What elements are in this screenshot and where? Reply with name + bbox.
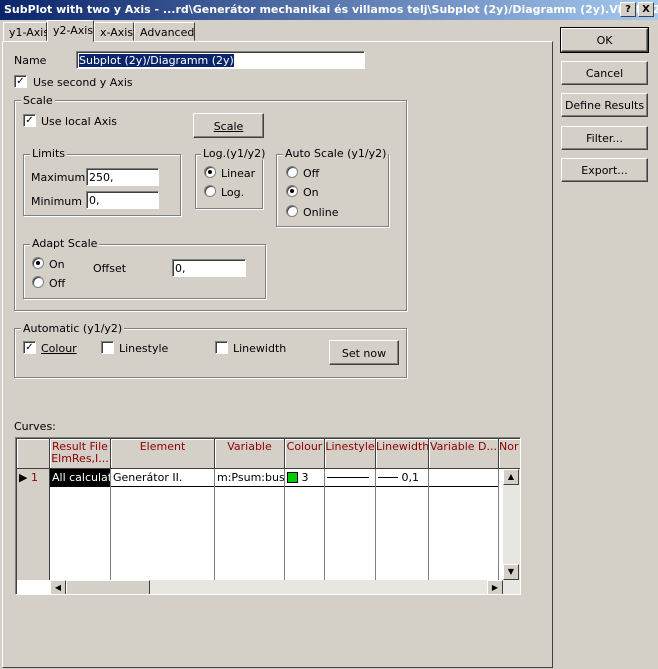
use-second-y-axis-checkbox[interactable]: ✓	[14, 75, 27, 88]
export-button[interactable]: Export...	[561, 158, 648, 182]
define-results-button[interactable]: Define Results	[561, 93, 648, 117]
header-nor[interactable]: Nor	[499, 439, 520, 469]
scale-group-title: Scale	[21, 94, 55, 107]
minimum-label: Minimum	[31, 195, 82, 208]
use-local-axis-checkbox[interactable]: ✓	[23, 114, 36, 127]
auto-scale-title: Auto Scale (y1/y2)	[283, 147, 389, 160]
auto-scale-off-label: Off	[303, 167, 320, 180]
log-linear-radio[interactable]	[204, 166, 216, 178]
cell-linestyle[interactable]	[325, 469, 375, 487]
colour-value: 3	[301, 471, 309, 484]
auto-scale-online-radio[interactable]	[286, 205, 298, 217]
linewidth-checkbox[interactable]	[215, 341, 228, 354]
header-linestyle[interactable]: Linestyle	[325, 439, 376, 469]
use-local-axis-label: Use local Axis	[41, 115, 117, 128]
log-group	[195, 154, 263, 209]
row-index: 1	[30, 471, 38, 484]
scale-button-label: Scale	[213, 120, 244, 133]
scroll-left-button[interactable]: ◀	[50, 580, 66, 594]
auto-scale-off-radio[interactable]	[286, 166, 298, 178]
row-indicator[interactable]: ▶ 1	[19, 471, 38, 484]
row-header-column	[17, 469, 50, 580]
name-label: Name	[14, 54, 47, 67]
adapt-scale-on-radio[interactable]	[32, 257, 44, 269]
filter-button[interactable]: Filter...	[561, 126, 648, 150]
ok-button[interactable]: OK	[560, 27, 649, 53]
use-second-y-axis-label: Use second y Axis	[33, 76, 133, 89]
adapt-scale-title: Adapt Scale	[30, 237, 100, 250]
scroll-down-button[interactable]: ▼	[503, 564, 519, 580]
row-header-corner	[17, 439, 50, 469]
log-log-label: Log.	[221, 186, 245, 199]
horizontal-scroll-thumb[interactable]	[66, 580, 150, 594]
linestyle-label: Linestyle	[119, 342, 169, 355]
cell-variable-description[interactable]	[429, 469, 498, 487]
header-variable-description[interactable]: Variable D...	[429, 439, 499, 469]
curves-label: Curves:	[14, 420, 56, 433]
minimum-input[interactable]: 0,	[86, 191, 159, 209]
maximum-label: Maximum	[31, 171, 86, 184]
scroll-up-button[interactable]: ▲	[503, 469, 519, 485]
offset-input[interactable]: 0,	[172, 259, 246, 277]
header-linewidth[interactable]: Linewidth	[376, 439, 429, 469]
scroll-right-button[interactable]: ▶	[487, 580, 503, 594]
auto-scale-on-label: On	[303, 186, 319, 199]
linestyle-sample	[327, 477, 369, 478]
linestyle-checkbox[interactable]	[101, 341, 114, 354]
cell-linewidth[interactable]: 0,1	[376, 469, 428, 487]
adapt-scale-on-label: On	[49, 258, 65, 271]
auto-scale-on-radio[interactable]	[286, 185, 298, 197]
tab-y1-axis[interactable]: y1-Axis	[3, 22, 49, 41]
cell-colour[interactable]: 3	[285, 469, 324, 487]
header-result-file[interactable]: Result File ElmRes,I...	[50, 439, 111, 469]
log-log-radio[interactable]	[204, 185, 216, 197]
limits-title: Limits	[30, 147, 67, 160]
adapt-scale-off-radio[interactable]	[32, 276, 44, 288]
set-now-button[interactable]: Set now	[329, 340, 399, 365]
colour-checkbox[interactable]: ✓	[23, 341, 36, 354]
cell-variable[interactable]: m:Psum:bus1	[215, 469, 284, 487]
title-bar: SubPlot with two y Axis - ...rd\Generáto…	[0, 0, 658, 20]
adapt-scale-off-label: Off	[49, 277, 66, 290]
close-button[interactable]: X	[638, 2, 654, 17]
curves-table: Result File ElmRes,I... Element Variable…	[15, 437, 521, 595]
linewidth-value: 0,1	[401, 471, 420, 484]
colour-swatch	[287, 472, 298, 483]
header-element[interactable]: Element	[111, 439, 215, 469]
colour-label: Colour	[41, 342, 77, 355]
scale-button[interactable]: Scale	[193, 113, 264, 138]
log-title: Log.(y1/y2)	[201, 147, 268, 160]
linewidth-label: Linewidth	[233, 342, 287, 355]
log-linear-label: Linear	[221, 167, 256, 180]
name-field[interactable]: Subplot (2y)/Diagramm (2y)	[76, 51, 365, 69]
linewidth-sample	[378, 477, 398, 478]
maximum-input[interactable]: 250,	[86, 168, 159, 186]
cell-element[interactable]: Generátor II.	[111, 469, 214, 487]
row-pointer-icon: ▶	[19, 471, 28, 484]
header-colour[interactable]: Colour	[285, 439, 325, 469]
window-title: SubPlot with two y Axis - ...rd\Generáto…	[4, 3, 658, 16]
offset-label: Offset	[93, 262, 127, 275]
help-button[interactable]: ?	[620, 2, 636, 17]
tab-advanced[interactable]: Advanced	[134, 22, 195, 41]
tab-y2-axis[interactable]: y2-Axis	[47, 20, 94, 42]
auto-scale-online-label: Online	[303, 206, 339, 219]
col-divider	[498, 469, 499, 580]
header-variable[interactable]: Variable	[215, 439, 285, 469]
cancel-button[interactable]: Cancel	[561, 61, 648, 85]
automatic-title: Automatic (y1/y2)	[21, 322, 125, 335]
tab-x-axis[interactable]: x-Axis	[94, 22, 134, 41]
name-value: Subplot (2y)/Diagramm (2y)	[79, 54, 234, 67]
cell-result-file[interactable]: All calculatio	[50, 469, 110, 487]
